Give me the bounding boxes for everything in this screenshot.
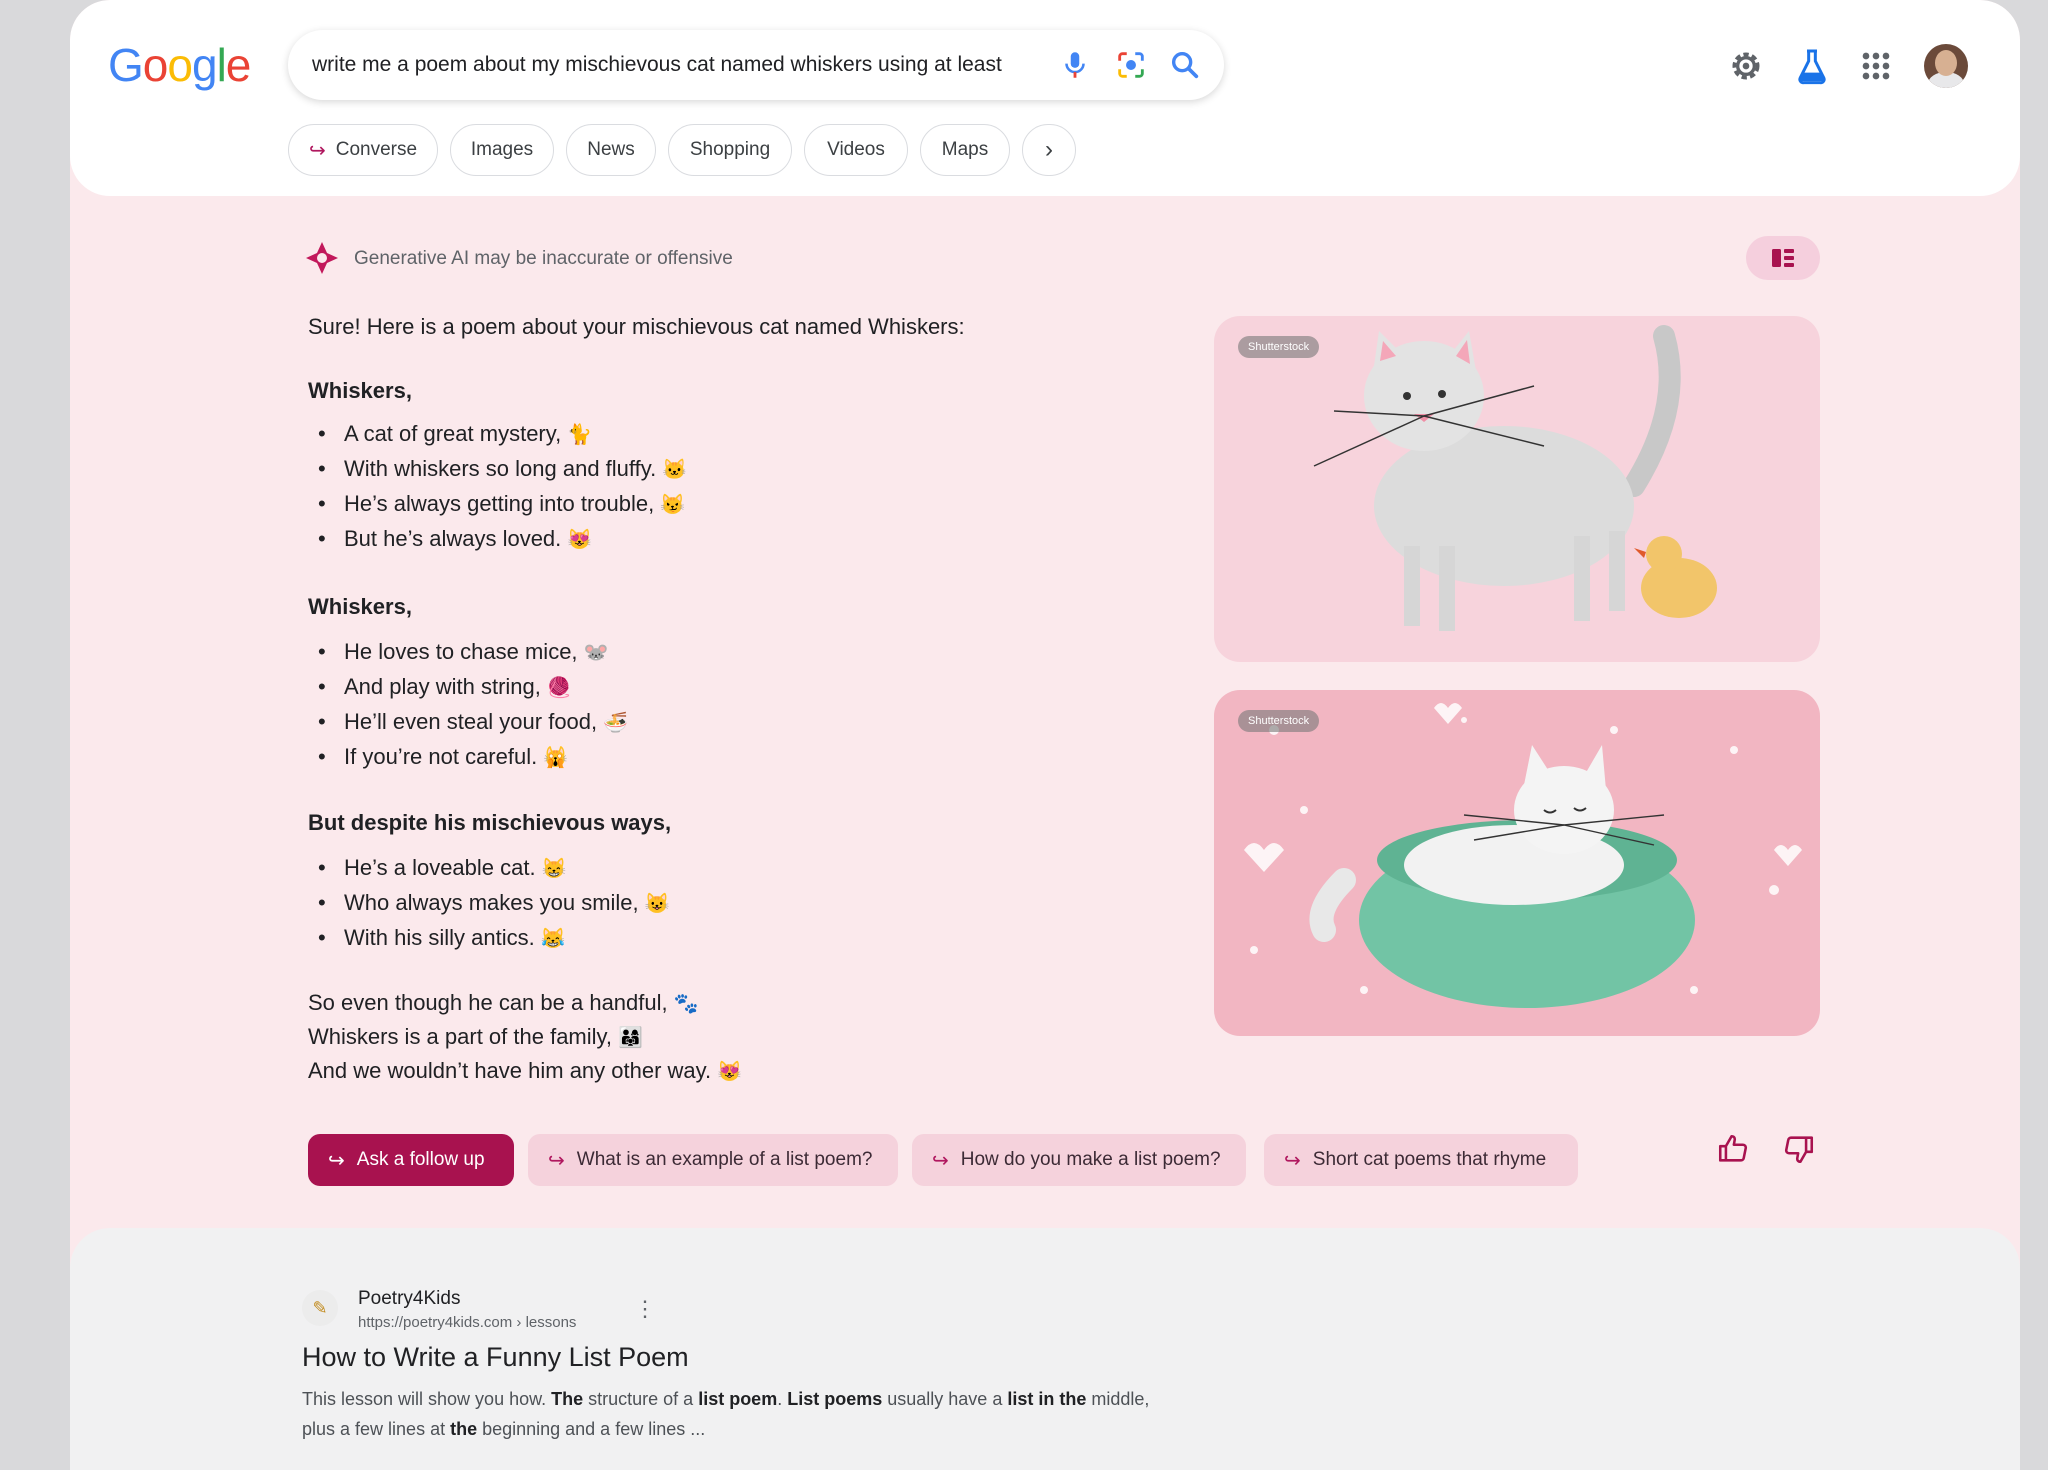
reply-arrow-icon: ↪: [328, 1149, 345, 1172]
ask-follow-up-button[interactable]: ↪ Ask a follow up: [308, 1134, 514, 1186]
emoji-icon: 🧶: [546, 677, 572, 699]
poem-line: He’ll even steal your food,🍜: [308, 704, 628, 739]
reply-arrow-icon: ↪: [548, 1149, 565, 1172]
result-title-link[interactable]: How to Write a Funny List Poem: [302, 1342, 689, 1373]
poem-closing: So even though he can be a handful, 🐾 Whis…: [308, 986, 742, 1088]
poem-line: Who always makes you smile,😺: [308, 885, 670, 920]
layout-icon: [1772, 249, 1794, 267]
poem-line: If you’re not careful.🙀: [308, 739, 628, 774]
poem-line-text: He’ll even steal your food,: [344, 709, 598, 734]
header: Google write me a poem about my mischiev…: [70, 0, 2020, 196]
poem-line: And play with string,🧶: [308, 669, 628, 704]
poem-line-text: He’s a loveable cat.: [344, 855, 536, 880]
cat-duck-illustration: [1214, 316, 1820, 662]
poem-line-text: He loves to chase mice,: [344, 639, 578, 664]
poem-line-text: Who always makes you smile,: [344, 890, 639, 915]
logo-letter: o: [142, 39, 169, 91]
image-cat-in-bed[interactable]: Shutterstock: [1214, 690, 1820, 1036]
result-snippet: This lesson will show you how. The struc…: [302, 1389, 1150, 1439]
emoji-icon: 🐱: [662, 459, 688, 481]
poem-line-text: He’s always getting into trouble,: [344, 491, 655, 516]
emoji-icon: 👨‍👩‍👧: [618, 1027, 643, 1049]
labs-flask-icon[interactable]: [1792, 46, 1832, 86]
stanza-list: A cat of great mystery,🐈With whiskers so…: [308, 416, 687, 556]
poem-line: He’s always getting into trouble,😼: [308, 486, 687, 521]
avatar[interactable]: [1924, 44, 1968, 88]
search-page: Google write me a poem about my mischiev…: [70, 0, 2020, 1470]
stanza-list: He’s a loveable cat.😸Who always makes yo…: [308, 850, 670, 955]
poem-closing-line: Whiskers is a part of the family, 👨‍👩‍👧: [308, 1024, 643, 1049]
source-badge: Shutterstock: [1238, 336, 1320, 358]
gemini-sparkle-icon: [306, 242, 338, 274]
poem-line-text: A cat of great mystery,: [344, 421, 562, 446]
result-site-name[interactable]: Poetry4Kids: [358, 1288, 460, 1310]
pencil-favicon-icon: ✎: [302, 1290, 338, 1326]
emoji-icon: 🐈: [567, 424, 593, 446]
stanza-heading: Whiskers,: [308, 378, 412, 403]
emoji-icon: 😻: [717, 1061, 743, 1083]
source-badge: Shutterstock: [1238, 710, 1320, 732]
search-box[interactable]: write me a poem about my mischievous cat…: [288, 30, 1224, 100]
result-url[interactable]: https://poetry4kids.com › lessons: [358, 1314, 576, 1331]
tab-shopping[interactable]: Shopping: [668, 124, 792, 176]
suggestion-chip[interactable]: ↪ Short cat poems that rhyme: [1264, 1134, 1578, 1186]
emoji-icon: 🍜: [603, 712, 629, 734]
logo-letter: e: [225, 39, 252, 91]
tab-images[interactable]: Images: [450, 124, 554, 176]
chevron-right-icon[interactable]: ›: [1022, 124, 1076, 176]
poem-line: But he’s always loved.😻: [308, 521, 687, 556]
more-options-icon[interactable]: ⋮: [634, 1296, 656, 1322]
poem-line-text: With his silly antics.: [344, 925, 535, 950]
thumbs-down-icon[interactable]: [1782, 1132, 1816, 1166]
poem-line-text: But he’s always loved.: [344, 526, 562, 551]
emoji-icon: 🙀: [543, 747, 569, 769]
suggestion-chip[interactable]: ↪ What is an example of a list poem?: [528, 1134, 898, 1186]
poem-line: He’s a loveable cat.😸: [308, 850, 670, 885]
thumbs-up-icon[interactable]: [1716, 1132, 1750, 1166]
poem-line: With his silly antics.😹: [308, 920, 670, 955]
ai-disclaimer: Generative AI may be inaccurate or offen…: [354, 248, 733, 269]
converse-arrow-icon: ↪: [308, 139, 326, 162]
mic-icon[interactable]: [1058, 48, 1092, 82]
stanza-list: He loves to chase mice,🐭And play with st…: [308, 634, 628, 774]
emoji-icon: 😸: [541, 858, 567, 880]
poem-closing-line: So even though he can be a handful, 🐾: [308, 990, 699, 1015]
suggestion-chip[interactable]: ↪ How do you make a list poem?: [912, 1134, 1246, 1186]
emoji-icon: 😻: [567, 529, 593, 551]
apps-grid-icon[interactable]: [1856, 46, 1896, 86]
tab-videos[interactable]: Videos: [804, 124, 908, 176]
logo-letter: g: [191, 39, 218, 91]
reply-arrow-icon: ↪: [932, 1149, 949, 1172]
search-input[interactable]: write me a poem about my mischievous cat…: [312, 53, 1012, 77]
ai-intro: Sure! Here is a poem about your mischiev…: [308, 314, 965, 339]
tab-maps[interactable]: Maps: [920, 124, 1010, 176]
lens-icon[interactable]: [1114, 48, 1148, 82]
reply-arrow-icon: ↪: [1284, 1149, 1301, 1172]
search-icon[interactable]: [1168, 48, 1202, 82]
tab-news[interactable]: News: [566, 124, 656, 176]
layout-toggle-button[interactable]: [1746, 236, 1820, 280]
emoji-icon: 🐭: [583, 642, 609, 664]
poem-closing-line: And we wouldn’t have him any other way. 😻: [308, 1058, 743, 1083]
logo-letter: G: [108, 39, 144, 91]
tab-converse[interactable]: ↪ Converse: [288, 124, 438, 176]
google-logo[interactable]: Google: [108, 38, 252, 92]
emoji-icon: 😺: [644, 893, 670, 915]
settings-icon[interactable]: [1726, 46, 1766, 86]
poem-line-text: With whiskers so long and fluffy.: [344, 456, 657, 481]
emoji-icon: 😹: [540, 928, 566, 950]
emoji-icon: 🐾: [673, 993, 699, 1015]
poem-line: With whiskers so long and fluffy.🐱: [308, 451, 687, 486]
image-cat-with-duck[interactable]: Shutterstock: [1214, 316, 1820, 662]
stanza-heading: But despite his mischievous ways,: [308, 810, 672, 835]
poem-line-text: And play with string,: [344, 674, 541, 699]
poem-line: A cat of great mystery,🐈: [308, 416, 687, 451]
cat-bed-illustration: [1214, 690, 1820, 1036]
logo-letter: l: [216, 39, 227, 91]
poem-line-text: If you’re not careful.: [344, 744, 538, 769]
logo-letter: o: [167, 39, 193, 91]
stanza-heading: Whiskers,: [308, 594, 412, 619]
emoji-icon: 😼: [660, 494, 686, 516]
poem-line: He loves to chase mice,🐭: [308, 634, 628, 669]
